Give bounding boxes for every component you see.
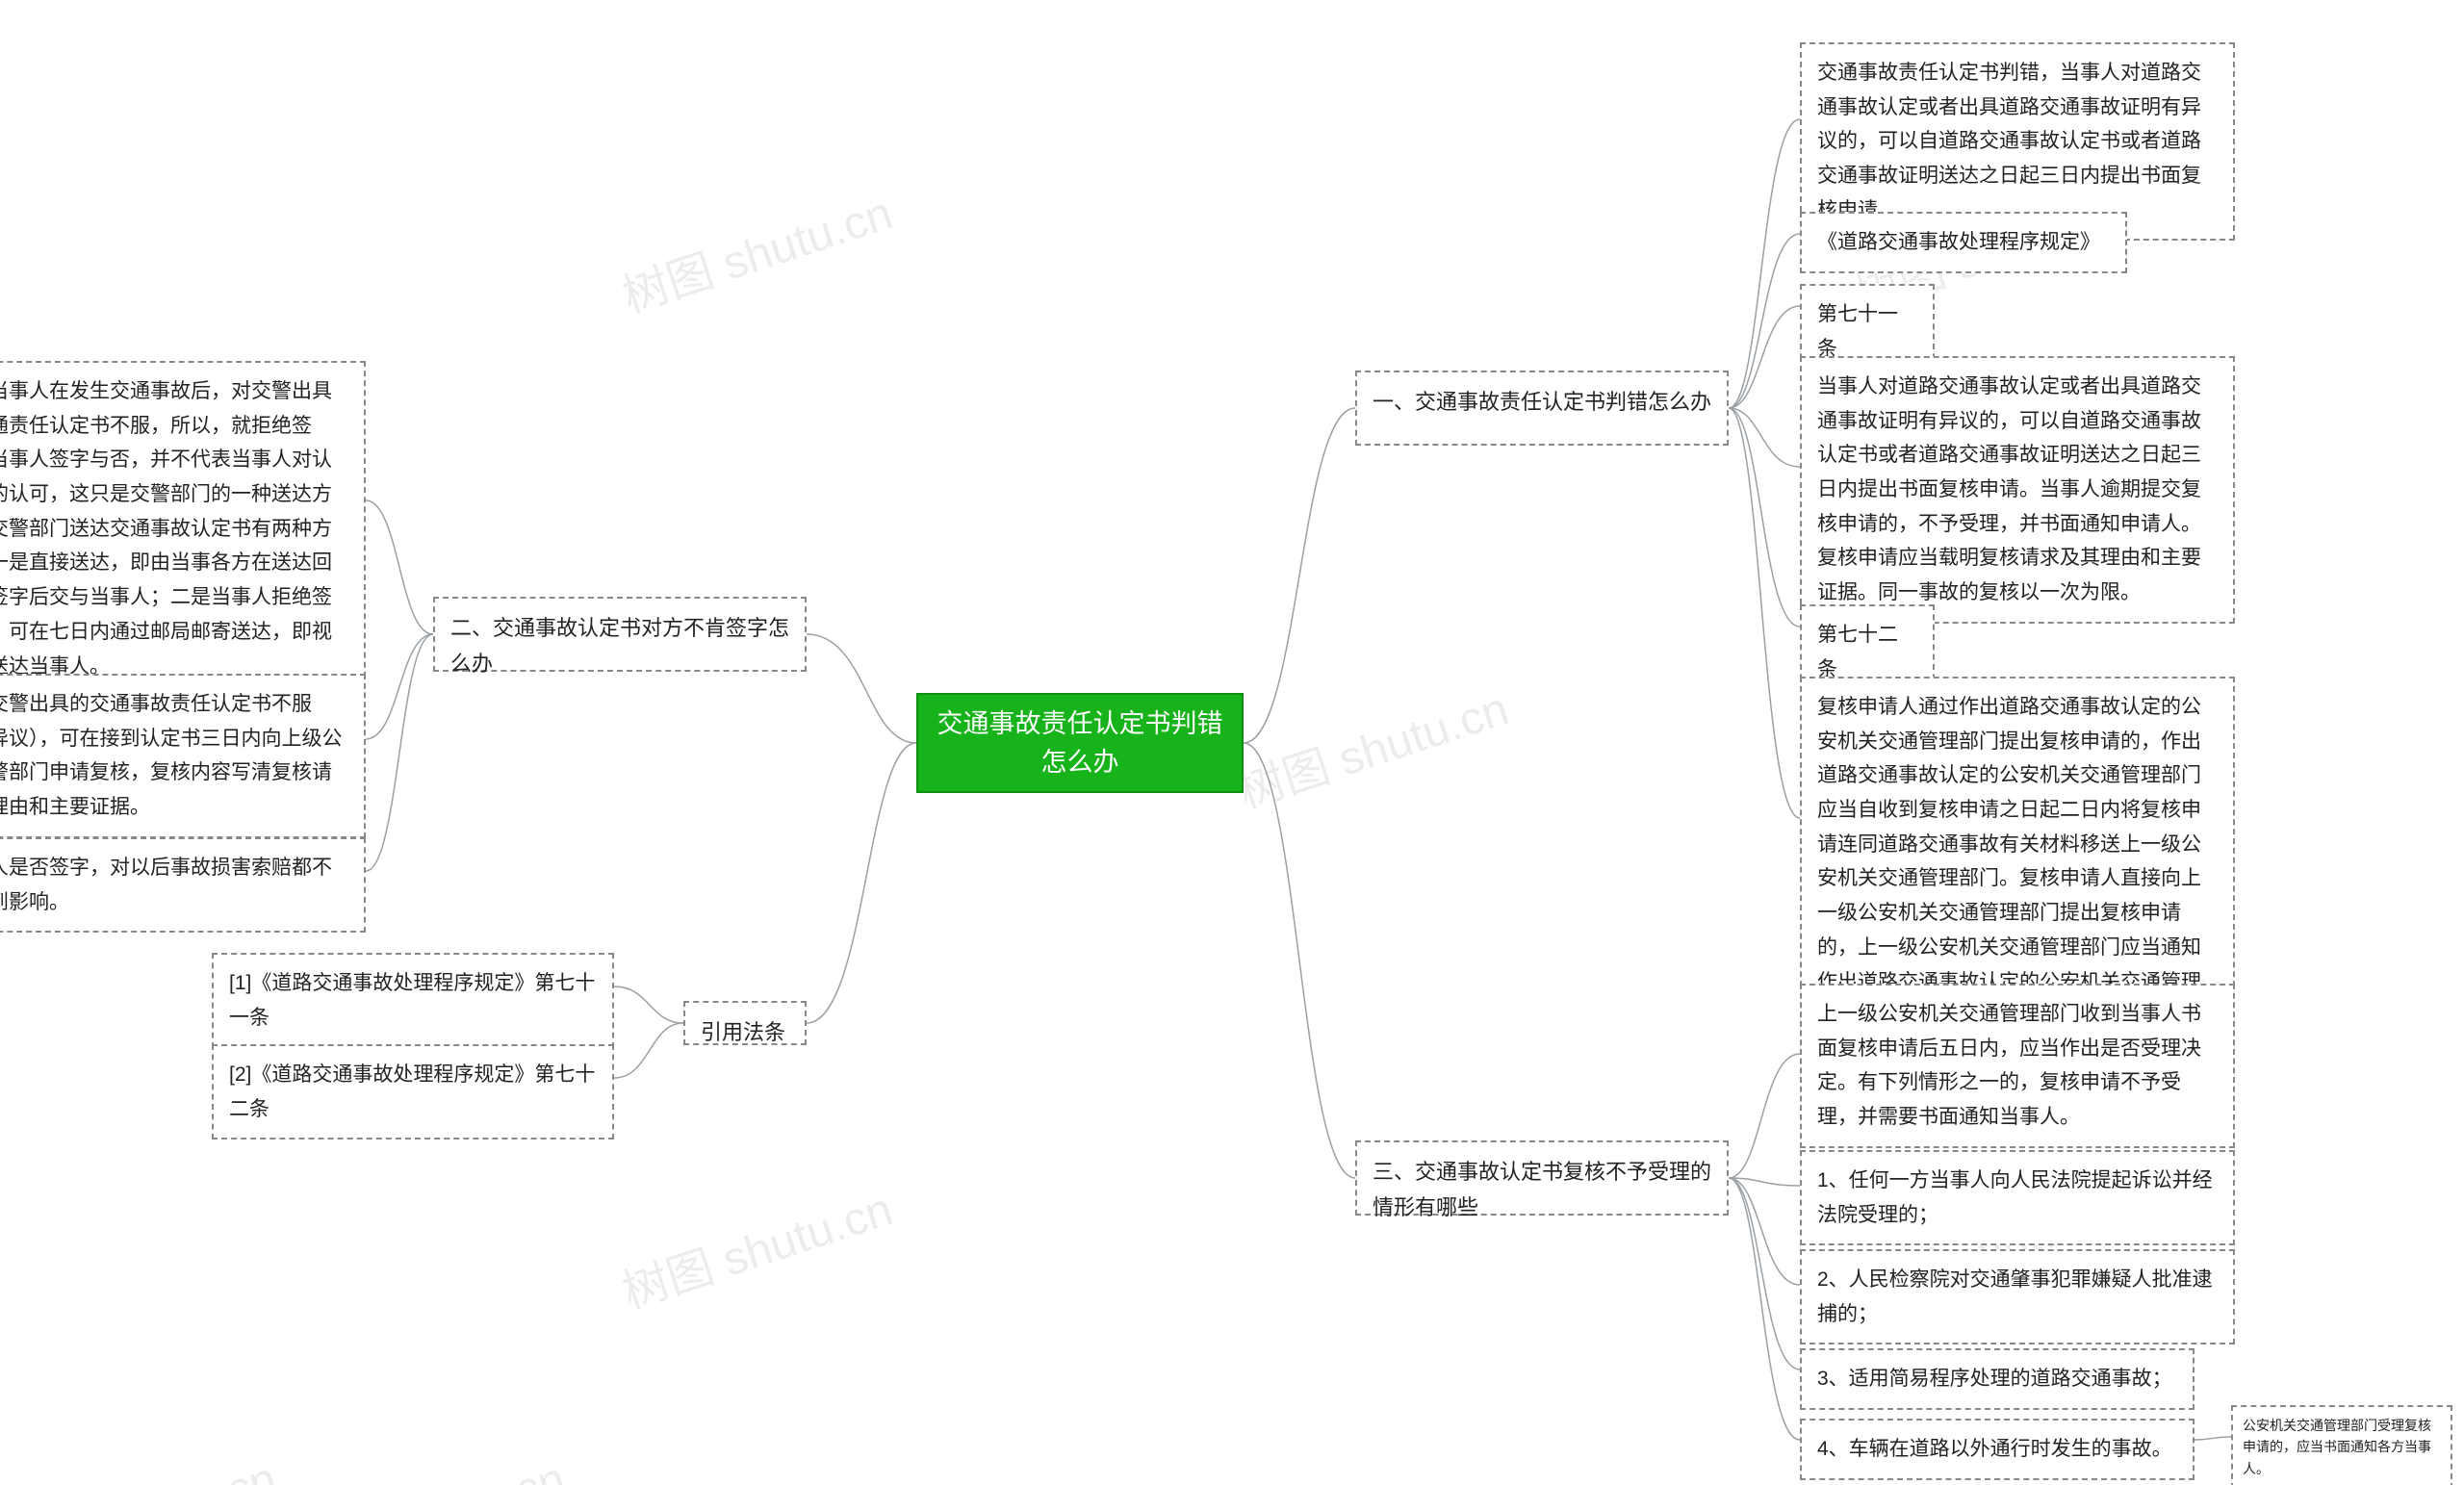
branch-3-item-0: 上一级公安机关交通管理部门收到当事人书面复核申请后五日内，应当作出是否受理决定。… [1800,984,2235,1148]
watermark: 树图 shutu.cn [612,1171,899,1321]
branch-ref-item-1: [2]《道路交通事故处理程序规定》第七十二条 [212,1044,614,1139]
branch-ref-item-0: [1]《道路交通事故处理程序规定》第七十一条 [212,953,614,1048]
branch-3: 三、交通事故认定书复核不予受理的情形有哪些 [1355,1140,1729,1216]
watermark: 树图 shutu.cn [1228,671,1515,821]
watermark: 树图 shutu.cn [612,175,899,325]
root-node: 交通事故责任认定书判错怎么办 [916,693,1244,793]
branch-3-item-3: 3、适用简易程序处理的道路交通事故； [1800,1348,2194,1410]
branch-2-item-1: 如对交警出具的交通事故责任认定书不服（有异议），可在接到认定书三日内向上级公安交… [0,674,366,838]
branch-1-item-3: 当事人对道路交通事故认定或者出具道路交通事故证明有异议的，可以自道路交通事故认定… [1800,356,2235,624]
branch-1: 一、交通事故责任认定书判错怎么办 [1355,371,1729,446]
branch-2-item-2: 当事人是否签字，对以后事故损害索赔都不会受到影响。 [0,837,366,933]
branch-2: 二、交通事故认定书对方不肯签字怎么办 [433,597,807,672]
branch-3-extra: 公安机关交通管理部门受理复核申请的，应当书面通知各方当事人。 [2231,1405,2452,1485]
watermark: 树图 shutu.cn [0,1441,283,1485]
watermark: 树图 shutu.cn [285,1441,572,1485]
branch-1-item-1: 《道路交通事故处理程序规定》 [1800,212,2127,273]
branch-2-item-0: 有的当事人在发生交通事故后，对交警出具的交通责任认定书不服，所以，就拒绝签字。当… [0,361,366,697]
branch-3-item-1: 1、任何一方当事人向人民法院提起诉讼并经法院受理的； [1800,1150,2235,1245]
branch-3-item-4: 4、车辆在道路以外通行时发生的事故。 [1800,1419,2194,1480]
branch-ref: 引用法条 [683,1001,807,1045]
branch-3-item-2: 2、人民检察院对交通肇事犯罪嫌疑人批准逮捕的； [1800,1249,2235,1344]
